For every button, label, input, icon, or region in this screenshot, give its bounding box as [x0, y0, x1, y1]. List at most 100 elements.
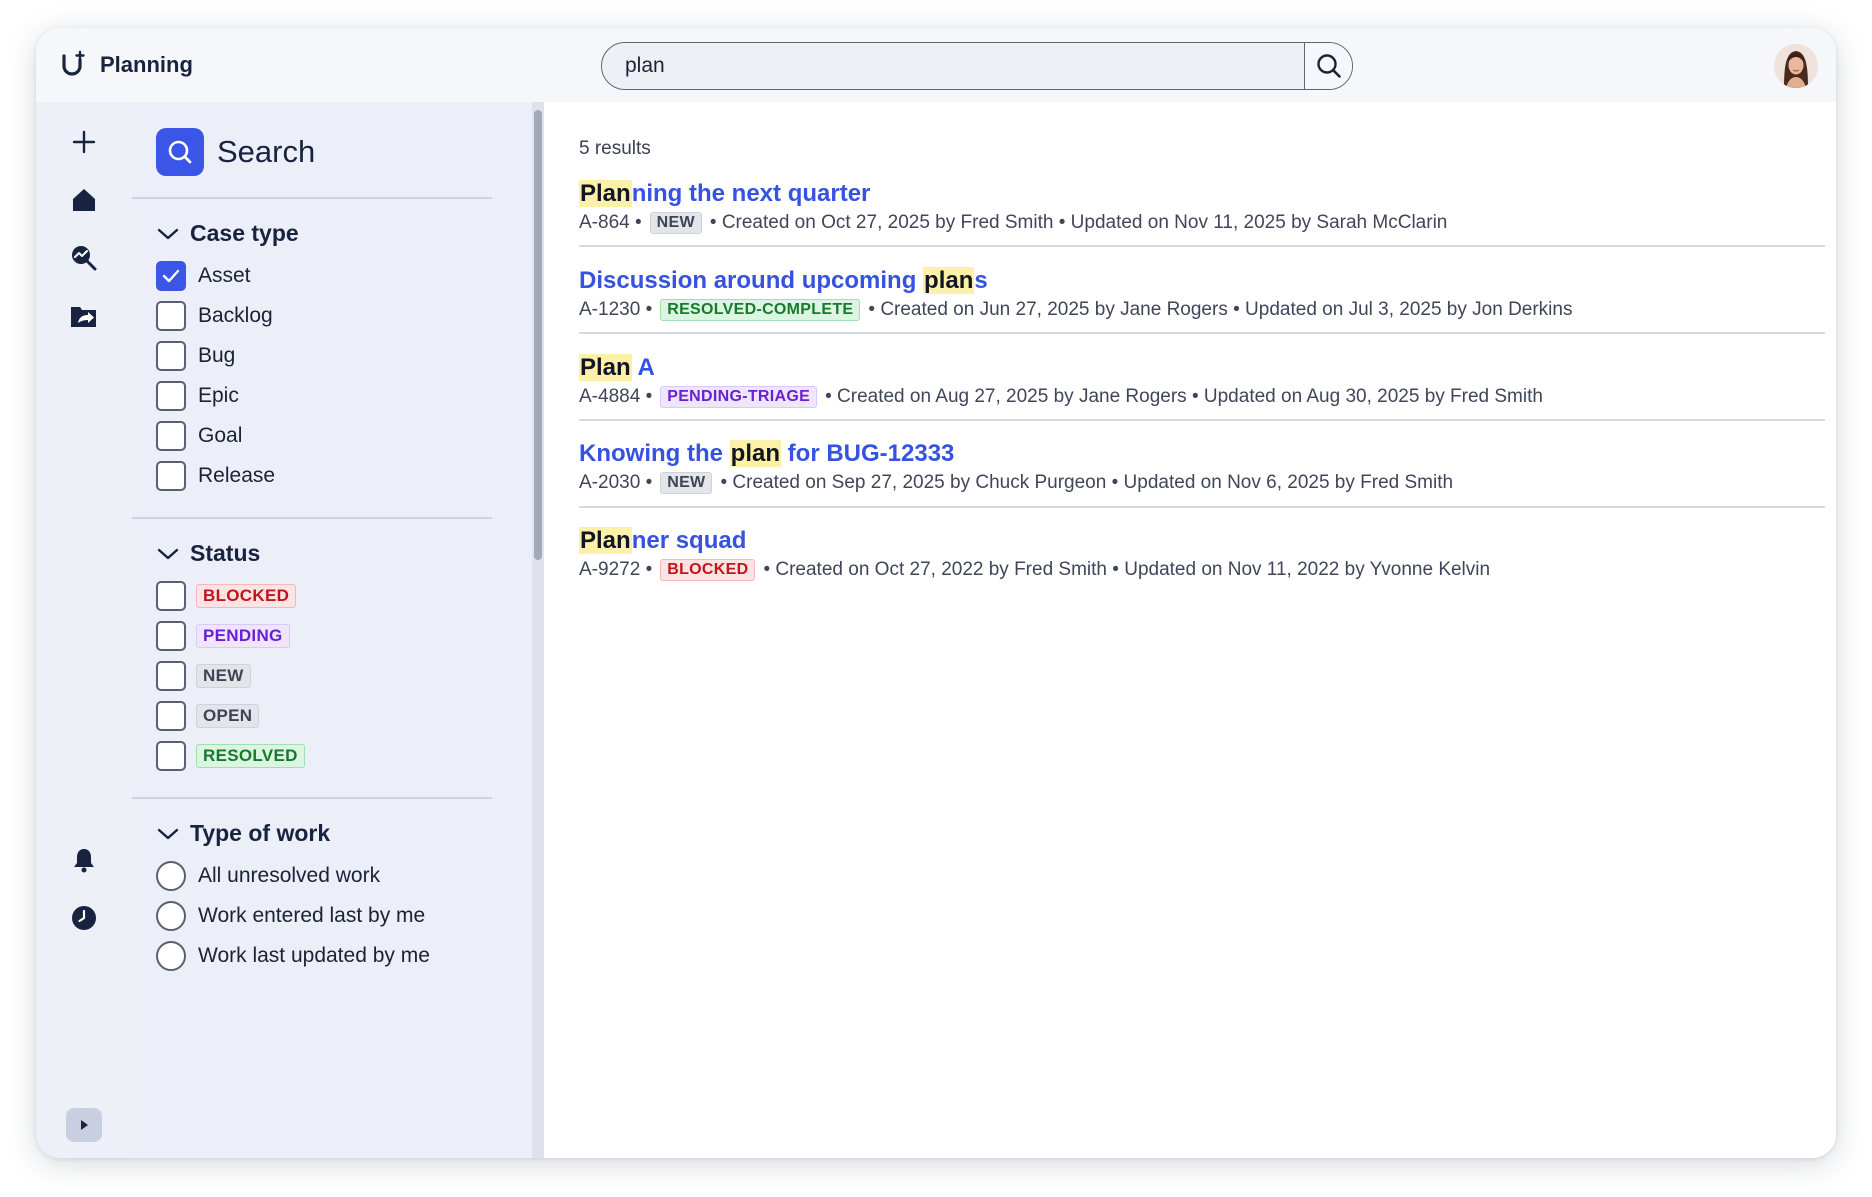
filter-heading: Search	[217, 134, 316, 169]
checkbox[interactable]	[156, 701, 186, 731]
recent-button[interactable]	[64, 898, 104, 938]
case-type-section-toggle[interactable]: Case type	[156, 220, 299, 247]
case-type-option-goal[interactable]: Goal	[156, 420, 242, 452]
create-button[interactable]	[64, 122, 104, 162]
work-option-all-unresolved[interactable]: All unresolved work	[156, 860, 380, 892]
divider	[579, 245, 1825, 247]
checkbox[interactable]	[156, 421, 186, 451]
status-option-blocked[interactable]: BLOCKED	[156, 580, 297, 612]
status-option-resolved[interactable]: RESOLVED	[156, 740, 305, 772]
result-meta: A-864 • NEW • Created on Oct 27, 2025 by…	[579, 212, 1448, 234]
updated-info: Updated on Nov 11, 2025 by Sarah McClari…	[1070, 212, 1448, 233]
search-analytics-icon	[72, 246, 97, 271]
top-bar: Planning	[36, 28, 1836, 102]
clock-icon	[72, 906, 96, 930]
app-title: Planning	[100, 52, 193, 77]
result-title-link[interactable]: Planner squad	[579, 527, 1825, 555]
checkbox[interactable]	[156, 341, 186, 371]
work-option-updated-by-me[interactable]: Work last updated by me	[156, 940, 430, 972]
results-pane: 5 results Planning the next quarter A-86…	[544, 102, 1836, 1158]
case-id: A-1230	[579, 299, 641, 320]
status-badge: NEW	[649, 212, 702, 234]
updated-info: Updated on Nov 11, 2022 by Yvonne Kelvin	[1124, 559, 1491, 580]
result-title-link[interactable]: Plan A	[579, 354, 1825, 382]
avatar-icon	[1774, 44, 1818, 88]
case-id: A-864	[579, 212, 630, 233]
status-section-toggle[interactable]: Status	[156, 540, 260, 567]
option-label: Goal	[198, 424, 243, 447]
divider	[579, 419, 1825, 421]
radio-button[interactable]	[156, 861, 186, 891]
checkbox[interactable]	[156, 301, 186, 331]
expand-icon	[81, 1120, 88, 1130]
option-label: Bug	[198, 344, 236, 367]
match-highlight: plan	[923, 267, 975, 294]
status-badge: PENDING	[196, 624, 290, 648]
checkbox[interactable]	[156, 581, 186, 611]
divider	[579, 332, 1825, 334]
status-option-pending[interactable]: PENDING	[156, 620, 290, 652]
search-button[interactable]	[1304, 43, 1352, 89]
option-label: Asset	[198, 264, 251, 287]
option-label: Epic	[198, 384, 239, 407]
radio-button[interactable]	[156, 941, 186, 971]
result-meta: A-1230 • RESOLVED-COMPLETE • Created on …	[579, 299, 1573, 321]
user-avatar[interactable]	[1774, 44, 1818, 88]
updated-info: Updated on Nov 6, 2025 by Fred Smith	[1123, 472, 1454, 493]
expand-rail-button[interactable]	[66, 1108, 102, 1142]
search-icon	[1316, 54, 1341, 78]
home-button[interactable]	[64, 180, 104, 220]
checkbox[interactable]	[156, 661, 186, 691]
notifications-button[interactable]	[64, 840, 104, 880]
analytics-search-button[interactable]	[64, 238, 104, 278]
radio-button[interactable]	[156, 901, 186, 931]
shared-folders-button[interactable]	[64, 296, 104, 336]
filter-header: Search	[156, 128, 315, 176]
match-highlight: plan	[729, 440, 781, 467]
result-item: Plan A A-4884 • PENDING-TRIAGE • Created…	[579, 354, 1825, 408]
search-badge	[156, 128, 204, 176]
checkbox[interactable]	[156, 381, 186, 411]
app-logo-icon	[62, 50, 85, 76]
status-badge: NEW	[660, 472, 713, 494]
status-label: Status	[190, 540, 261, 566]
work-option-entered-by-me[interactable]: Work entered last by me	[156, 900, 425, 932]
nav-rail	[36, 102, 132, 1158]
match-highlight: Plan	[579, 354, 632, 381]
case-type-option-asset[interactable]: Asset	[156, 260, 251, 292]
type-of-work-section-toggle[interactable]: Type of work	[156, 820, 330, 847]
case-id: A-2030	[579, 472, 641, 493]
result-item: Planner squad A-9272 • BLOCKED • Created…	[579, 527, 1825, 581]
option-label: Release	[198, 464, 276, 487]
status-badge: RESOLVED	[196, 744, 305, 768]
type-of-work-label: Type of work	[190, 820, 331, 846]
case-type-option-backlog[interactable]: Backlog	[156, 300, 273, 332]
search-input[interactable]	[602, 43, 1304, 89]
case-type-option-release[interactable]: Release	[156, 460, 275, 492]
result-meta: A-9272 • BLOCKED • Created on Oct 27, 20…	[579, 559, 1491, 581]
option-label: All unresolved work	[198, 864, 381, 887]
case-type-option-epic[interactable]: Epic	[156, 380, 239, 412]
result-title-link[interactable]: Discussion around upcoming plans	[579, 267, 1825, 295]
result-title-link[interactable]: Planning the next quarter	[579, 180, 1825, 208]
checkbox[interactable]	[156, 461, 186, 491]
check-icon	[162, 269, 180, 283]
checkbox[interactable]	[156, 741, 186, 771]
plus-icon	[72, 130, 96, 154]
status-badge: PENDING-TRIAGE	[660, 386, 818, 408]
checkbox[interactable]	[156, 621, 186, 651]
case-type-option-bug[interactable]: Bug	[156, 340, 235, 372]
created-info: Created on Jun 27, 2025 by Jane Rogers	[880, 299, 1228, 320]
brand[interactable]: Planning	[58, 48, 193, 82]
status-option-new[interactable]: NEW	[156, 660, 251, 692]
chevron-down-icon	[156, 222, 180, 246]
status-option-open[interactable]: OPEN	[156, 700, 260, 732]
checkbox-checked[interactable]	[156, 261, 186, 291]
global-search	[601, 42, 1353, 90]
status-badge: OPEN	[196, 704, 260, 728]
case-id: A-4884	[579, 386, 641, 407]
updated-info: Updated on Aug 30, 2025 by Fred Smith	[1203, 386, 1543, 407]
scrollbar-thumb[interactable]	[534, 110, 542, 560]
result-title-link[interactable]: Knowing the plan for BUG-12333	[579, 440, 1825, 468]
result-item: Discussion around upcoming plans A-1230 …	[579, 267, 1825, 321]
